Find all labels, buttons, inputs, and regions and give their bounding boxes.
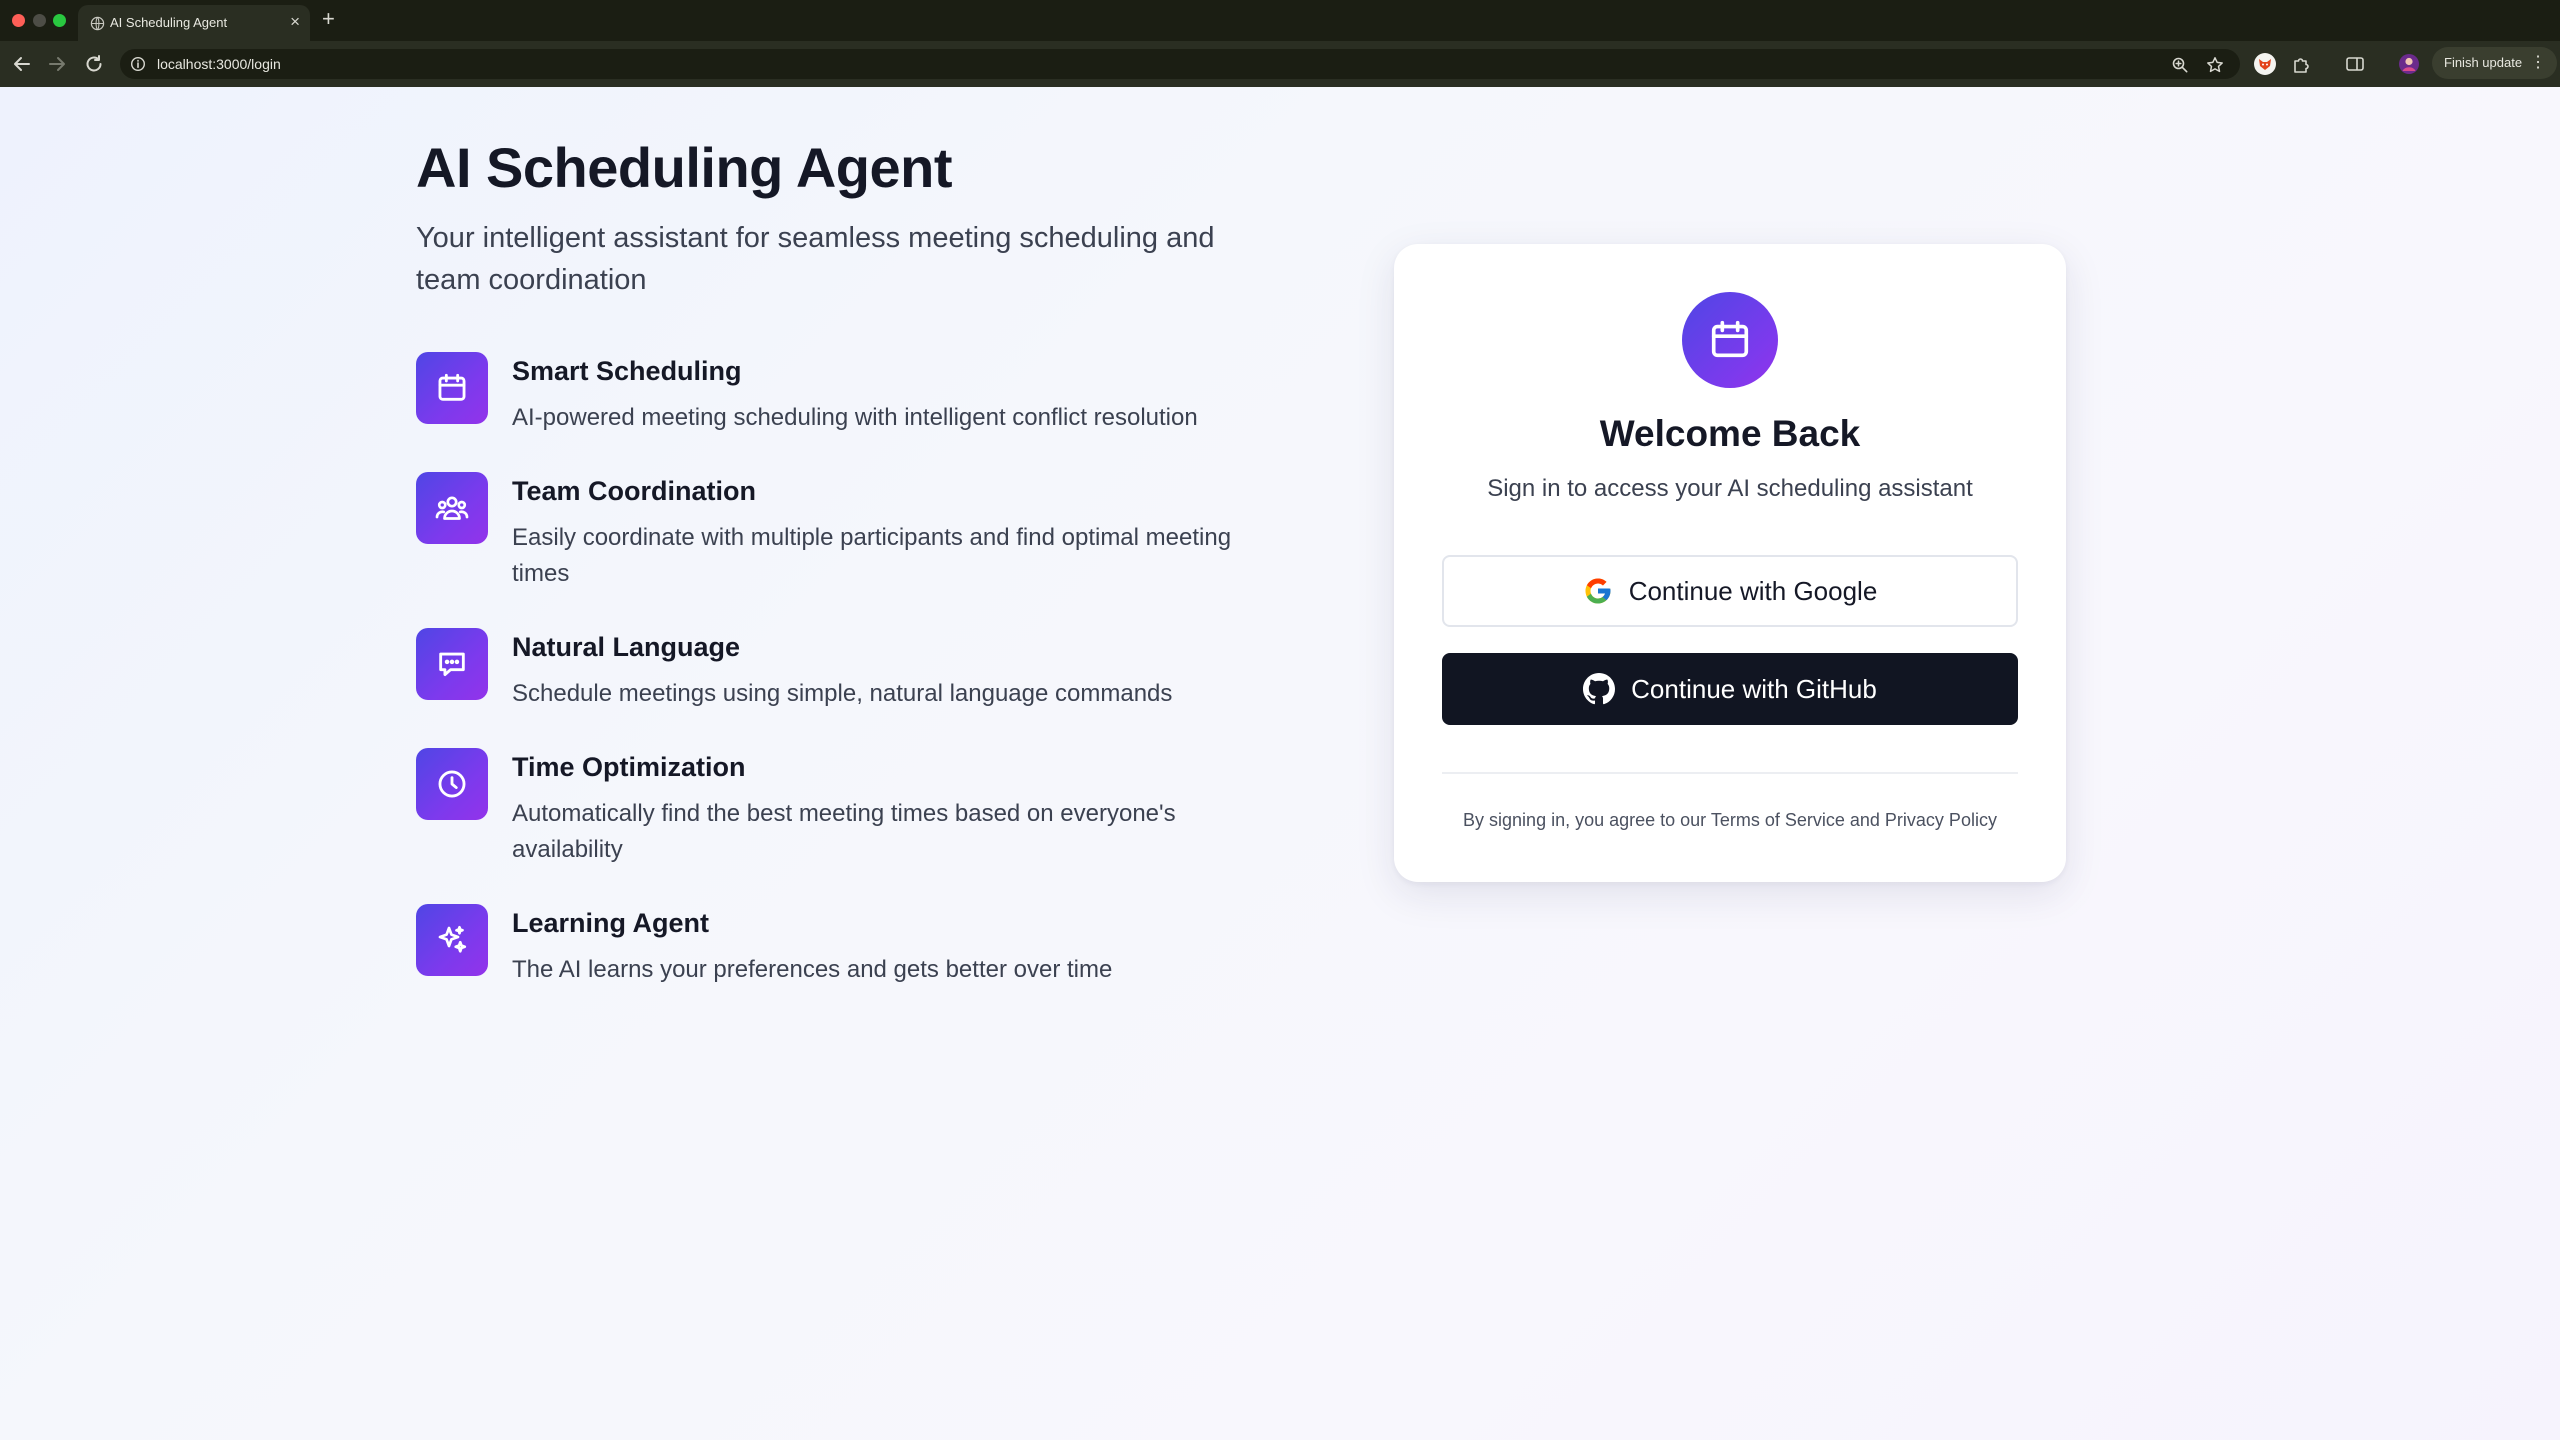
- feature-description: The AI learns your preferences and gets …: [512, 956, 1113, 983]
- profile-avatar-icon[interactable]: [2398, 53, 2420, 75]
- chat-icon: [416, 628, 488, 700]
- login-card: Welcome Back Sign in to access your AI s…: [1394, 244, 2066, 882]
- login-title: Welcome Back: [1599, 413, 1861, 454]
- terms-notice: By signing in, you agree to our Terms of…: [1463, 810, 1997, 830]
- close-window-button[interactable]: [12, 14, 25, 27]
- finish-update-button[interactable]: Finish update ⋮: [2432, 47, 2558, 79]
- github-signin-button[interactable]: Continue with GitHub: [1442, 653, 2018, 725]
- feature-title: Team Coordination: [512, 476, 757, 506]
- browser-tab-bar: AI Scheduling Agent × +: [0, 0, 2560, 41]
- finish-update-label: Finish update: [2444, 55, 2523, 70]
- feature-title: Learning Agent: [512, 908, 710, 938]
- feature-title: Natural Language: [512, 632, 741, 662]
- site-info-icon[interactable]: [130, 56, 146, 72]
- zoom-icon[interactable]: [2171, 56, 2189, 74]
- feature-description: Schedule meetings using simple, natural …: [512, 680, 1173, 707]
- maximize-window-button[interactable]: [53, 14, 66, 27]
- feature-description: Automatically find the best meeting time…: [512, 800, 1176, 863]
- address-bar[interactable]: localhost:3000/login: [120, 49, 2240, 79]
- new-tab-button[interactable]: +: [322, 7, 335, 31]
- sparkles-icon: [416, 904, 488, 976]
- url-text: localhost:3000/login: [157, 56, 281, 72]
- bookmark-star-icon[interactable]: [2206, 56, 2224, 74]
- login-page: AI Scheduling Agent Your intelligent ass…: [0, 87, 2560, 1440]
- feature-title: Smart Scheduling: [512, 356, 742, 386]
- github-button-label: Continue with GitHub: [1631, 673, 1877, 704]
- clock-icon: [416, 748, 488, 820]
- side-panel-icon[interactable]: [2344, 53, 2366, 75]
- login-subtitle: Sign in to access your AI scheduling ass…: [1487, 475, 1973, 502]
- globe-icon: [90, 16, 105, 31]
- feature-description: Easily coordinate with multiple particip…: [512, 524, 1232, 587]
- page-subtitle: Your intelligent assistant for seamless …: [416, 222, 1215, 296]
- reload-icon[interactable]: [82, 52, 106, 76]
- forward-arrow-icon[interactable]: [45, 52, 69, 76]
- back-arrow-icon[interactable]: [10, 52, 34, 76]
- more-menu-icon: ⋮: [2530, 54, 2546, 71]
- google-button-label: Continue with Google: [1628, 575, 1878, 606]
- google-icon: [1585, 578, 1611, 604]
- extensions-puzzle-icon[interactable]: [2290, 53, 2312, 75]
- divider: [1442, 772, 2018, 774]
- tab-title: AI Scheduling Agent: [110, 15, 228, 30]
- github-icon: [1583, 673, 1616, 705]
- close-tab-icon[interactable]: ×: [290, 12, 300, 32]
- browser-toolbar: localhost:3000/login Finish update ⋮: [0, 41, 2560, 87]
- google-signin-button[interactable]: Continue with Google: [1442, 555, 2018, 627]
- minimize-window-button[interactable]: [33, 14, 46, 27]
- calendar-icon: [1682, 292, 1778, 388]
- team-icon: [416, 472, 488, 544]
- feature-description: AI-powered meeting scheduling with intel…: [512, 404, 1198, 431]
- page-title: AI Scheduling Agent: [416, 136, 952, 199]
- extension-fox-icon[interactable]: [2254, 53, 2276, 75]
- feature-title: Time Optimization: [512, 752, 746, 782]
- browser-tab-active[interactable]: AI Scheduling Agent ×: [78, 5, 310, 41]
- calendar-icon: [416, 352, 488, 424]
